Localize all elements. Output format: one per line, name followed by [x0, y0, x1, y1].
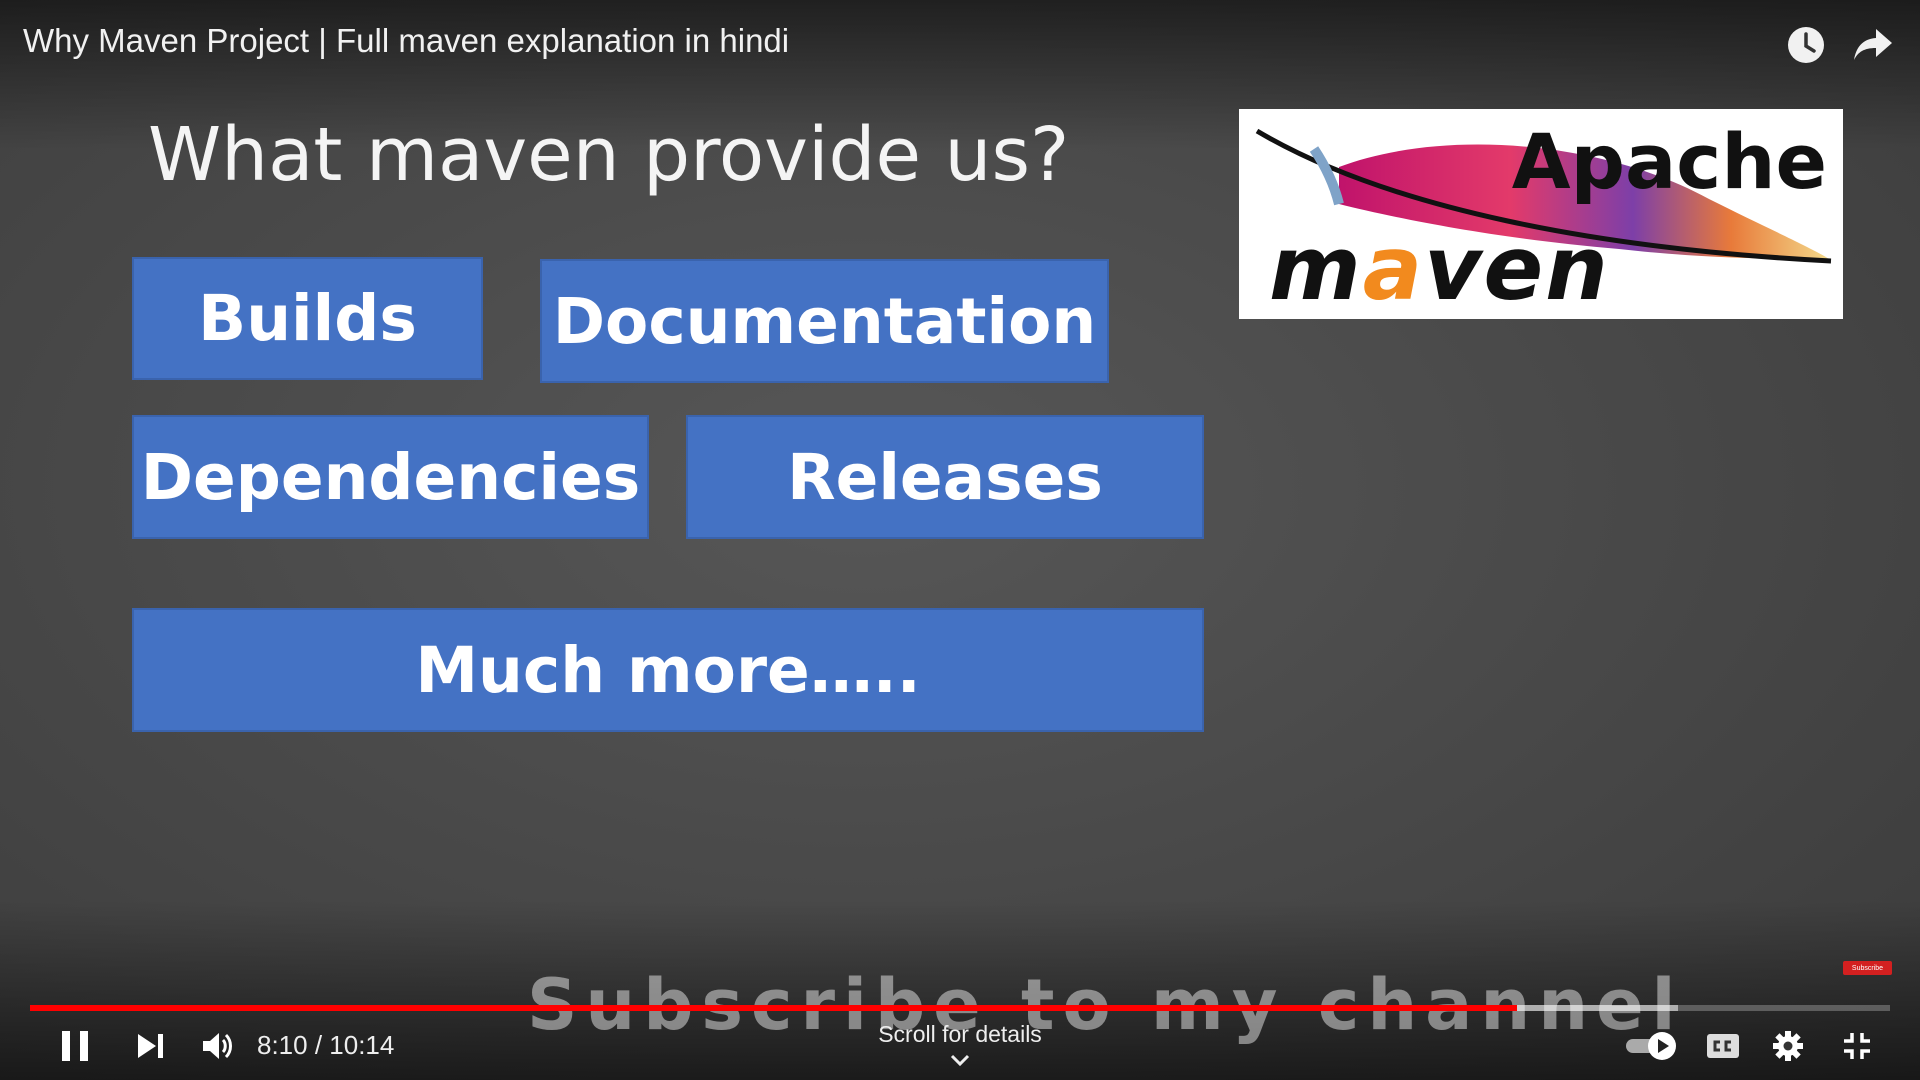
video-player[interactable]: Why Maven Project | Full maven explanati…: [0, 0, 1920, 1080]
gear-icon: [1773, 1031, 1803, 1061]
builds-box: Builds: [132, 257, 483, 380]
autoplay-toggle-icon: [1626, 1032, 1676, 1060]
builds-label: Builds: [198, 282, 417, 355]
logo-maven-rest: ven: [1424, 217, 1610, 320]
progress-bar[interactable]: [30, 1005, 1890, 1011]
exit-fullscreen-button[interactable]: [1834, 1021, 1880, 1071]
much-more-box: Much more…..: [132, 608, 1204, 732]
dependencies-label: Dependencies: [140, 440, 641, 514]
closed-captions-icon: [1707, 1034, 1739, 1058]
volume-icon: [203, 1033, 232, 1059]
scroll-for-details[interactable]: Scroll for details: [860, 1021, 1060, 1048]
watch-later-button[interactable]: [1783, 22, 1829, 68]
settings-button[interactable]: [1765, 1021, 1811, 1071]
share-button[interactable]: [1850, 22, 1896, 68]
dependencies-box: Dependencies: [132, 415, 649, 539]
exit-fullscreen-icon: [1844, 1033, 1870, 1059]
documentation-box: Documentation: [540, 259, 1109, 383]
logo-maven-m: m: [1269, 217, 1363, 320]
next-button[interactable]: [128, 1021, 174, 1071]
releases-label: Releases: [787, 440, 1103, 514]
progress-played: [30, 1005, 1518, 1011]
much-more-label: Much more…..: [415, 633, 921, 707]
share-arrow-icon: [1854, 29, 1892, 60]
pause-button[interactable]: [52, 1021, 98, 1071]
apache-maven-logo: Apache maven: [1239, 109, 1843, 320]
closed-captions-button[interactable]: [1700, 1021, 1746, 1071]
logo-maven-a: a: [1362, 217, 1425, 320]
documentation-label: Documentation: [552, 284, 1097, 358]
logo-maven-text: maven: [1269, 217, 1610, 320]
slide-heading: What maven provide us?: [148, 112, 1070, 198]
chevron-down-icon[interactable]: [948, 1052, 972, 1068]
volume-button[interactable]: [193, 1021, 243, 1071]
releases-box: Releases: [686, 415, 1204, 539]
subscribe-badge-label: Subscribe: [1851, 964, 1884, 972]
logo-apache-text: Apache: [1511, 117, 1827, 206]
pause-icon: [62, 1031, 88, 1061]
next-icon: [138, 1034, 163, 1058]
video-title[interactable]: Why Maven Project | Full maven explanati…: [23, 22, 789, 60]
autoplay-toggle[interactable]: [1622, 1021, 1682, 1071]
clock-icon: [1788, 27, 1824, 63]
subscribe-badge[interactable]: Subscribe: [1843, 961, 1892, 975]
time-display: 8:10 / 10:14: [257, 1030, 395, 1060]
